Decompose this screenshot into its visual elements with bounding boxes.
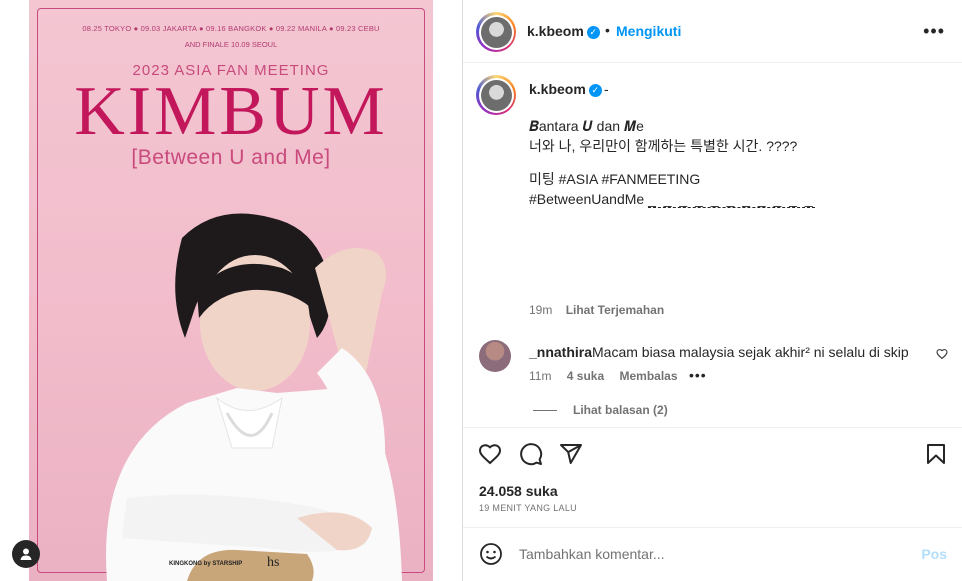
comment-input[interactable] [519,544,899,564]
caption-line: 𝑩antara 𝑼 dan 𝑴e [529,118,644,134]
comment-text: Macam biasa malaysia sejak akhir² ni sel… [592,344,909,360]
caption-dash: - [604,81,609,97]
more-options-button[interactable]: ••• [923,22,945,40]
post-header: k.kbeom ✓ • Mengikuti ••• [463,0,962,63]
author-username-text: k.kbeom [527,23,584,39]
person-illustration [106,213,402,581]
comment-meta: 11m 4 suka Membalas [529,369,690,383]
poster-logo-agency: KINGKONG by STARSHIP [169,561,243,567]
comment-icon[interactable] [519,442,543,466]
header-separator: • [605,22,610,38]
post-timestamp: 19 MENIT YANG LALU [479,503,577,513]
bookmark-icon[interactable] [924,442,948,466]
verified-icon: ✓ [588,83,602,97]
poster-tagline: [Between U and Me] [131,146,331,169]
caption-tail: _ _ _ _ _ _ _ _ _ _ _ [648,191,815,208]
caption-line: 너와 나, 우리만이 함께하는 특별한 시간. ???? [529,138,798,154]
post-actions [463,427,962,477]
poster-logo-hs: hs [267,555,280,570]
comment-likes[interactable]: 4 suka [567,369,604,383]
caption-hashtags[interactable]: 미팅 #ASIA #FANMEETING [529,169,949,189]
like-count[interactable]: 24.058 suka [479,483,558,499]
emoji-icon[interactable] [479,542,503,566]
poster-dates: 08.25 TOKYO ● 09.03 JAKARTA ● 09.16 BANG… [82,24,380,33]
post-sidebar: k.kbeom ✓ • Mengikuti ••• k.kbeom ✓ - 𝑩ant… [462,0,962,581]
caption-time: 19m [529,303,553,317]
see-translation-button[interactable]: Lihat Terjemahan [566,303,664,317]
view-replies-button[interactable]: Lihat balasan (2) [573,403,668,417]
author-username[interactable]: k.kbeom ✓ [527,23,600,39]
comment-time: 11m [529,369,552,383]
verified-icon: ✓ [586,25,600,39]
poster-image[interactable]: 08.25 TOKYO ● 09.03 JAKARTA ● 09.16 BANG… [29,0,433,581]
author-avatar[interactable] [476,12,516,52]
caption-hashtag[interactable]: #BetweenUandMe [529,191,644,207]
following-button[interactable]: Mengikuti [616,23,681,39]
poster-finale: AND FINALE 10.09 SEOUL [184,40,278,49]
add-comment-bar: Pos [463,527,962,581]
caption-text: 𝑩antara 𝑼 dan 𝑴e 너와 나, 우리만이 함께하는 특별한 시간.… [529,116,949,209]
replies-divider [533,410,557,411]
comment-like-heart-icon[interactable] [936,348,948,360]
reply-button[interactable]: Membalas [620,369,678,383]
user-icon [20,548,32,560]
caption-meta: 19m Lihat Terjemahan [529,303,674,317]
caption-avatar[interactable] [476,75,516,115]
share-icon[interactable] [559,442,583,466]
poster-title: KIMBUM [74,73,388,150]
comment-options-button[interactable]: ••• [689,367,707,383]
post-media: 08.25 TOKYO ● 09.03 JAKARTA ● 09.16 BANG… [0,0,462,581]
heart-icon[interactable] [478,442,502,466]
caption-username[interactable]: k.kbeom ✓ [529,81,602,97]
tagged-user-button[interactable] [12,540,40,568]
caption-username-text: k.kbeom [529,81,586,97]
commenter-username[interactable]: _nnathira [529,344,592,360]
post-comment-button[interactable]: Pos [921,546,947,562]
commenter-avatar[interactable] [479,340,511,372]
